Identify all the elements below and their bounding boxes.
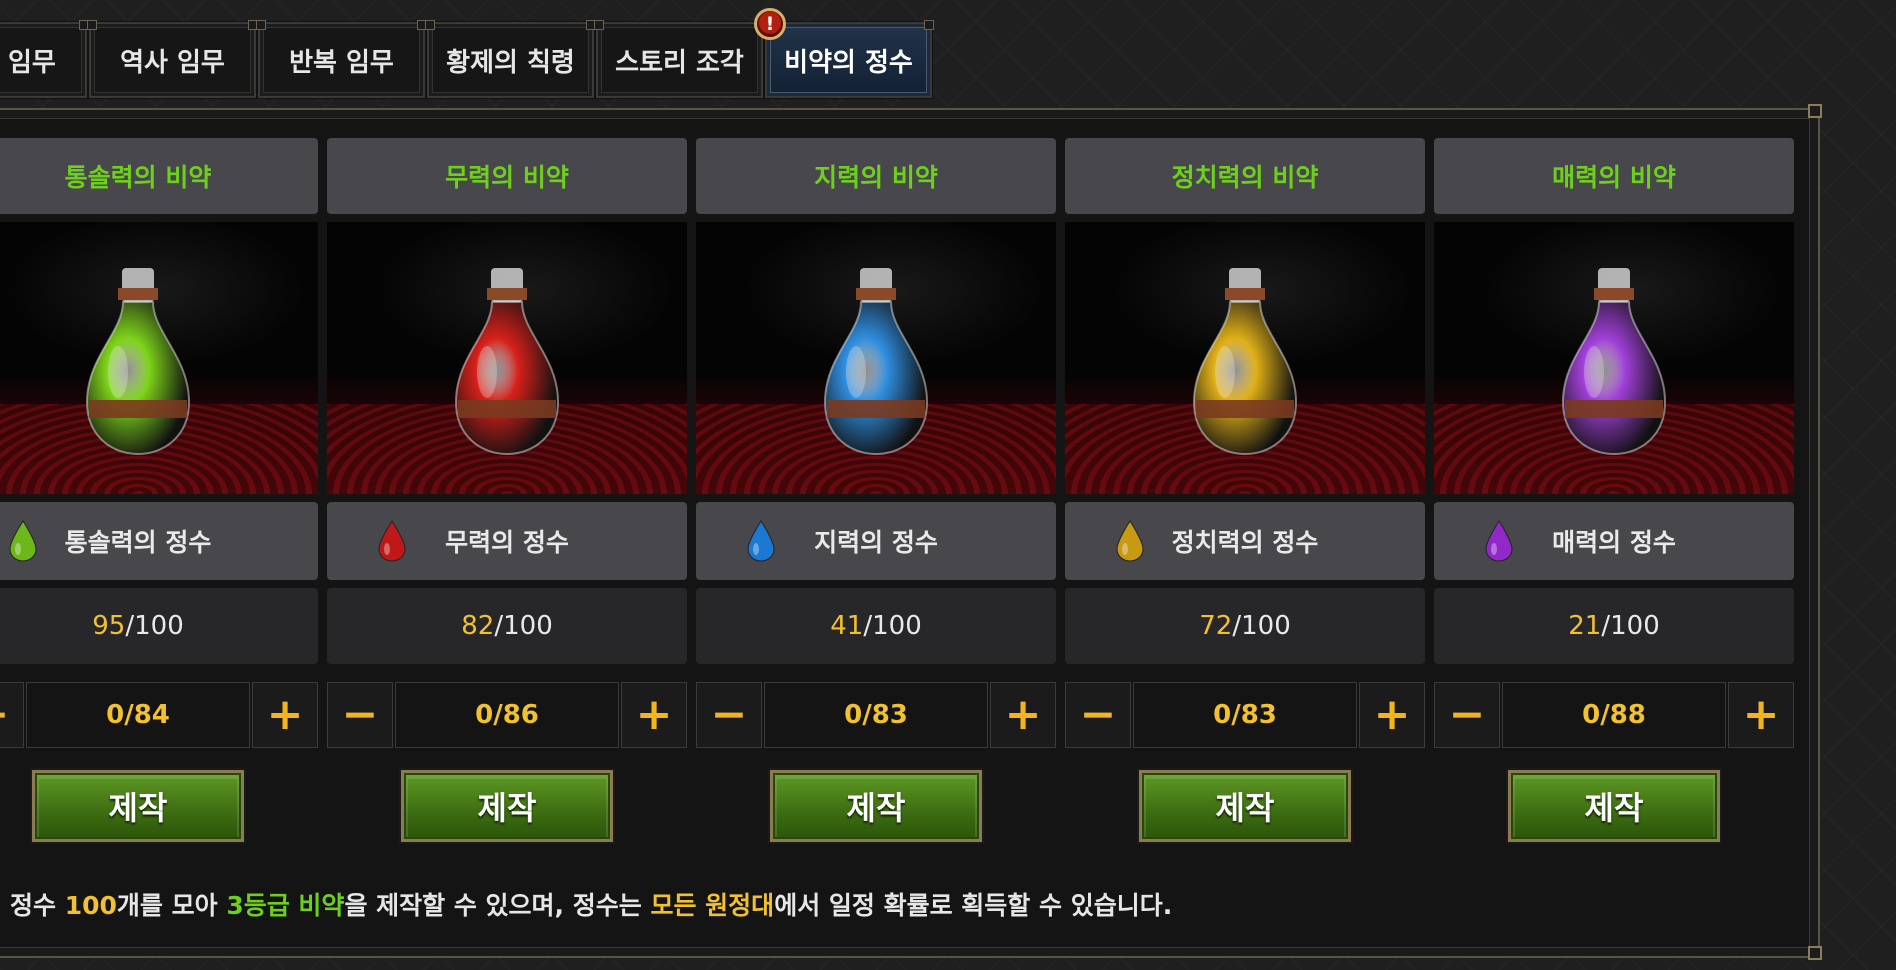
panel-corner-ornament: [1808, 104, 1822, 118]
footnote-part: 정수: [10, 891, 65, 920]
essence-label: 무력의 정수: [445, 528, 569, 557]
tab-story-fragments[interactable]: 스토리 조각: [594, 20, 765, 99]
footnote-part: 개를 모아: [116, 891, 227, 920]
elixir-column: 지력의 비약 지력의 정수 41/100−0/83 + 제작: [696, 138, 1056, 844]
essence-drop-icon: [9, 520, 37, 562]
blue-potion-icon: [823, 268, 929, 456]
quantity-stepper: −0/84+: [0, 682, 318, 748]
tab-label: 일일 임무: [0, 47, 56, 78]
quantity-value: 0/88: [1502, 682, 1726, 748]
essence-count: 95/100: [0, 588, 318, 664]
footnote-highlight: 모든 원정대: [650, 891, 775, 920]
quantity-stepper: −0/88 +: [1434, 682, 1794, 748]
tab-elixir-essence[interactable]: ! 비약의 정수: [754, 8, 934, 99]
panel-corner-ornament: [1808, 946, 1822, 960]
decrease-button[interactable]: −: [1434, 682, 1500, 748]
essence-count: 82/100: [327, 588, 687, 664]
quantity-value: 0/83: [1133, 682, 1357, 748]
elixir-column: 통솔력의 비약통솔력의 정수95/100−0/84+제작: [0, 138, 318, 844]
essence-name-row: 매력의 정수: [1434, 502, 1794, 580]
decrease-button[interactable]: −: [0, 682, 24, 748]
elixir-image: [1065, 222, 1425, 494]
essence-max: /100: [1232, 611, 1291, 641]
essence-label: 매력의 정수: [1552, 528, 1676, 557]
tab-daily-missions[interactable]: 일일 임무: [0, 20, 89, 99]
alert-badge-icon: !: [754, 8, 786, 40]
yellow-potion-icon: [1192, 268, 1298, 456]
craft-button[interactable]: 제작: [768, 768, 984, 844]
craft-button[interactable]: 제작: [1506, 768, 1722, 844]
tab-emperor-edict[interactable]: 황제의 칙령: [425, 20, 596, 99]
tab-bar: 일일 임무 역사 임무 반복 임무 황제의 칙령 스토리 조각 ! 비약의 정수: [0, 8, 934, 99]
tab-repeat-missions[interactable]: 반복 임무: [256, 20, 427, 99]
increase-button[interactable]: +: [252, 682, 318, 748]
essence-max: /100: [863, 611, 922, 641]
essence-current: 95: [92, 611, 126, 641]
tab-label: 비약의 정수: [784, 47, 913, 78]
essence-drop-icon: [378, 520, 406, 562]
essence-current: 41: [830, 611, 864, 641]
footnote-highlight: 100: [64, 891, 117, 920]
elixir-column: 무력의 비약 무력의 정수 82/100−0/86 + 제작: [327, 138, 687, 844]
essence-max: /100: [1601, 611, 1660, 641]
essence-name-row: 통솔력의 정수: [0, 502, 318, 580]
essence-label: 지력의 정수: [814, 528, 938, 557]
essence-label: 정치력의 정수: [1171, 528, 1319, 557]
essence-drop-icon: [1116, 520, 1144, 562]
elixir-title: 매력의 비약: [1434, 138, 1794, 214]
essence-count: 21/100: [1434, 588, 1794, 664]
quantity-value: 0/84: [26, 682, 250, 748]
essence-current: 72: [1199, 611, 1233, 641]
elixir-title: 통솔력의 비약: [0, 138, 318, 214]
increase-button[interactable]: +: [1728, 682, 1794, 748]
essence-name-row: 무력의 정수: [327, 502, 687, 580]
essence-count: 72/100: [1065, 588, 1425, 664]
elixir-image: [0, 222, 318, 494]
essence-count: 41/100: [696, 588, 1056, 664]
red-potion-icon: [454, 268, 560, 456]
decrease-button[interactable]: −: [696, 682, 762, 748]
quantity-stepper: −0/83 +: [696, 682, 1056, 748]
increase-button[interactable]: +: [1359, 682, 1425, 748]
quantity-value: 0/86: [395, 682, 619, 748]
essence-current: 21: [1568, 611, 1602, 641]
quantity-stepper: −0/83 +: [1065, 682, 1425, 748]
increase-button[interactable]: +: [990, 682, 1056, 748]
tab-history-missions[interactable]: 역사 임무: [87, 20, 258, 99]
tab-label: 역사 임무: [120, 47, 225, 78]
elixir-image: [1434, 222, 1794, 494]
craft-button[interactable]: 제작: [399, 768, 615, 844]
essence-current: 82: [461, 611, 495, 641]
elixir-column: 매력의 비약 매력의 정수 21/100−0/88 + 제작: [1434, 138, 1794, 844]
tab-label: 스토리 조각: [615, 47, 744, 78]
elixir-title: 지력의 비약: [696, 138, 1056, 214]
quantity-value: 0/83: [764, 682, 988, 748]
elixir-image: [696, 222, 1056, 494]
craft-button[interactable]: 제작: [30, 768, 246, 844]
decrease-button[interactable]: −: [327, 682, 393, 748]
footnote-part: 에서 일정 확률로 획득할 수 있습니다.: [774, 891, 1173, 920]
essence-drop-icon: [747, 520, 775, 562]
quantity-stepper: −0/86 +: [327, 682, 687, 748]
green-potion-icon: [85, 268, 191, 456]
decrease-button[interactable]: −: [1065, 682, 1131, 748]
essence-name-row: 정치력의 정수: [1065, 502, 1425, 580]
essence-name-row: 지력의 정수: [696, 502, 1056, 580]
increase-button[interactable]: +: [621, 682, 687, 748]
tab-label: 황제의 칙령: [446, 47, 575, 78]
footnote-part: 을 제작할 수 있으며, 정수는: [344, 891, 651, 920]
elixir-column: 정치력의 비약 정치력의 정수 72/100−0/83 + 제작: [1065, 138, 1425, 844]
purple-potion-icon: [1561, 268, 1667, 456]
elixir-title: 정치력의 비약: [1065, 138, 1425, 214]
essence-label: 통솔력의 정수: [64, 528, 212, 557]
elixir-title: 무력의 비약: [327, 138, 687, 214]
essence-max: /100: [494, 611, 553, 641]
craft-button[interactable]: 제작: [1137, 768, 1353, 844]
tab-label: 반복 임무: [289, 47, 394, 78]
footnote-highlight: 3등급 비약: [226, 891, 345, 920]
essence-drop-icon: [1485, 520, 1513, 562]
essence-max: /100: [125, 611, 184, 641]
elixir-image: [327, 222, 687, 494]
footnote-text: 정수 100개를 모아 3등급 비약을 제작할 수 있으며, 정수는 모든 원정…: [10, 886, 1172, 922]
